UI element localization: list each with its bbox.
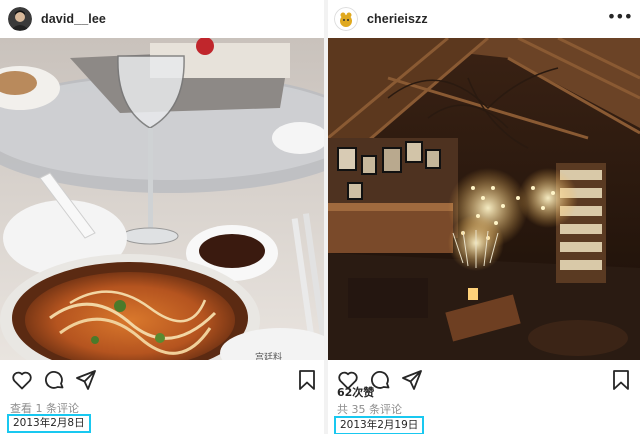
likes-count[interactable]: 62次赞 xyxy=(337,384,374,400)
post-card-right: cherieiszz ••• 62次赞 共 35 条评论 2013年2月19日 xyxy=(328,0,640,434)
avatar[interactable] xyxy=(8,7,32,31)
post-header: cherieiszz ••• xyxy=(328,0,640,38)
post-header: david__lee xyxy=(0,0,324,38)
bookmark-icon[interactable] xyxy=(295,368,319,392)
bookmark-icon[interactable] xyxy=(609,368,633,392)
svg-text:宫廷料: 宫廷料 xyxy=(255,351,282,360)
post-photo[interactable]: 宫廷料 xyxy=(0,38,324,360)
username[interactable]: cherieiszz xyxy=(367,12,428,26)
post-photo[interactable] xyxy=(328,38,640,360)
comment-icon[interactable] xyxy=(42,368,66,392)
share-icon[interactable] xyxy=(400,368,424,392)
action-bar xyxy=(0,368,324,394)
share-icon[interactable] xyxy=(74,368,98,392)
username[interactable]: david__lee xyxy=(41,12,106,26)
view-comments-link[interactable]: 共 35 条评论 xyxy=(337,401,402,417)
post-date: 2013年2月19日 xyxy=(334,416,425,434)
action-bar xyxy=(328,368,640,394)
post-date: 2013年2月8日 xyxy=(7,414,91,433)
more-options-icon[interactable]: ••• xyxy=(607,9,633,25)
avatar[interactable] xyxy=(334,7,358,31)
heart-icon[interactable] xyxy=(10,368,34,392)
post-card-left: david__lee 宫廷料 查看 1 条评论 2013年2月8日 xyxy=(0,0,324,434)
